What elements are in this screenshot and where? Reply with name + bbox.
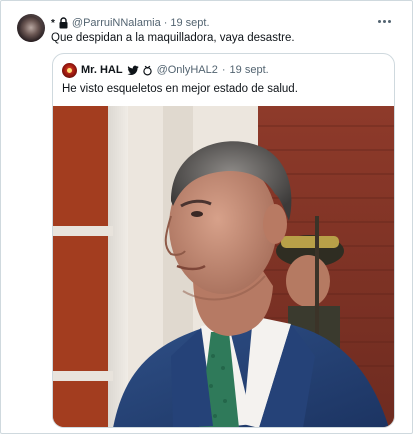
lock-icon bbox=[58, 17, 69, 29]
tweet-card[interactable]: * @ParruiNNalamia · 19 sept. Que despida… bbox=[0, 0, 413, 434]
quoted-handle[interactable]: @OnlyHAL2 bbox=[157, 64, 218, 76]
quoted-tweet-photo[interactable] bbox=[53, 106, 394, 427]
emblem-icon bbox=[142, 65, 153, 76]
tweet-date[interactable]: 19 sept. bbox=[170, 17, 209, 29]
user-display-name[interactable]: * bbox=[51, 18, 55, 29]
quoted-tweet[interactable]: Mr. HAL @OnlyHAL2 · 19 sept. He visto es… bbox=[52, 53, 395, 428]
quoted-tweet-text: He visto esqueletos en mejor estado de s… bbox=[62, 83, 298, 95]
more-horizontal-icon[interactable] bbox=[374, 14, 394, 28]
bird-icon bbox=[127, 65, 139, 76]
quoted-separator: · bbox=[221, 64, 226, 76]
avatar[interactable] bbox=[17, 14, 45, 42]
quoted-avatar[interactable] bbox=[62, 62, 77, 78]
header-separator: · bbox=[163, 17, 168, 29]
quoted-tweet-header: Mr. HAL @OnlyHAL2 · 19 sept. bbox=[62, 62, 269, 78]
quoted-date[interactable]: 19 sept. bbox=[230, 64, 269, 76]
tweet-header: * @ParruiNNalamia · 19 sept. bbox=[51, 15, 210, 31]
tweet-text: Que despidan a la maquilladora, vaya des… bbox=[51, 32, 295, 44]
photo-illustration bbox=[53, 106, 394, 427]
quoted-display-name[interactable]: Mr. HAL bbox=[81, 64, 123, 76]
user-handle[interactable]: @ParruiNNalamia bbox=[72, 17, 161, 29]
